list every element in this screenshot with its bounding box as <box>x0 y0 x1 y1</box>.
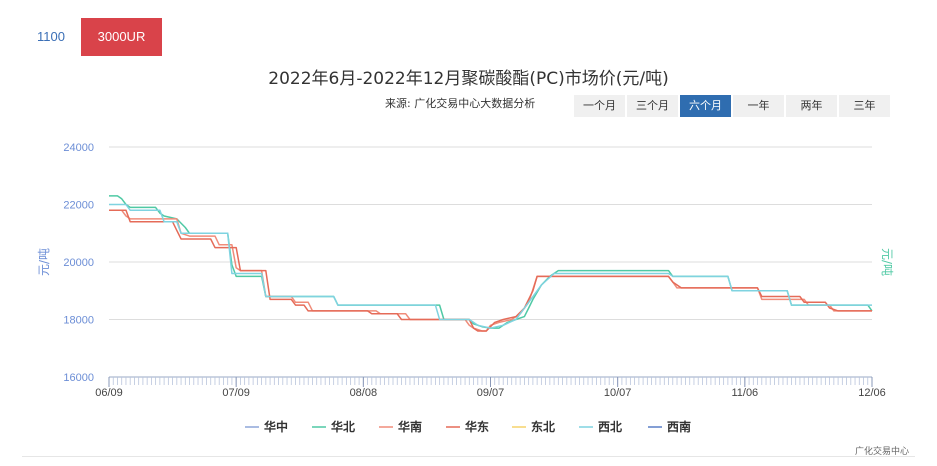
legend-label-3: 华东 <box>465 419 489 434</box>
y-tick-label: 16000 <box>63 372 94 384</box>
series-line-3 <box>109 209 872 332</box>
y-tick-label: 22000 <box>63 200 94 212</box>
legend-label-1: 华北 <box>331 419 355 434</box>
x-tick-label: 12/06 <box>858 387 886 399</box>
price-line-chart: 16000 18000 20000 22000 24000 06/09 07/09 08/08… <box>37 142 894 434</box>
x-tick-label: 06/09 <box>95 387 123 399</box>
x-tick-label: 10/07 <box>604 387 632 399</box>
y-tick-label: 18000 <box>63 315 94 327</box>
legend-label-0: 华中 <box>264 419 288 434</box>
footer-divider <box>22 456 915 457</box>
x-tick-label: 07/09 <box>222 387 250 399</box>
x-tick-label: 08/08 <box>350 387 378 399</box>
y-tick-label: 20000 <box>63 257 94 269</box>
legend-label-4: 东北 <box>531 419 555 434</box>
y-axis-label-right: 元/吨 <box>880 248 894 276</box>
y-tick-label: 24000 <box>63 142 94 154</box>
x-tick-label: 09/07 <box>477 387 505 399</box>
series-line-5 <box>109 203 872 329</box>
x-tick-label: 11/06 <box>731 387 758 399</box>
y-axis-label-left: 元/吨 <box>37 248 51 276</box>
legend-label-6: 西南 <box>667 419 691 434</box>
legend-label-5: 西北 <box>598 419 622 434</box>
legend-label-2: 华南 <box>398 419 422 434</box>
source-watermark: 广化交易中心 <box>854 447 909 457</box>
series-line-2 <box>109 209 872 332</box>
